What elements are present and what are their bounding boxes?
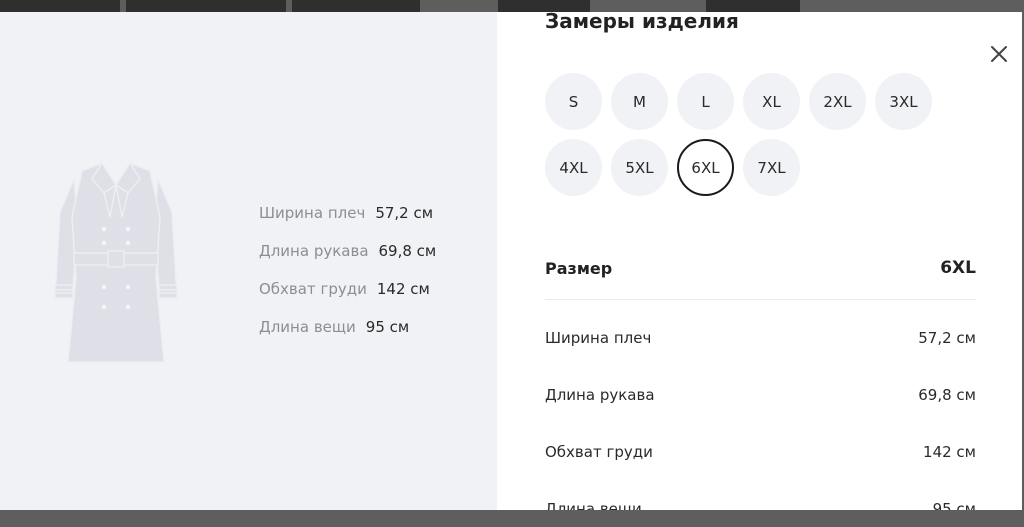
size-details-panel: Замеры изделия S M L XL 2XL 3XL 4XL 5XL … (497, 12, 1022, 510)
background-product-strip (0, 0, 120, 12)
table-row: Обхват груди 142 см (545, 423, 976, 480)
background-product-strip (292, 0, 420, 12)
spec-value: 69,8 см (378, 242, 437, 260)
background-product-strip (498, 0, 590, 12)
spec-value: 95 см (365, 318, 410, 336)
size-option[interactable]: 2XL (809, 73, 866, 130)
measurement-value: 69,8 см (918, 385, 976, 404)
size-option[interactable]: M (611, 73, 668, 130)
modal-title: Замеры изделия (545, 12, 739, 33)
measurement-value: 95 см (932, 499, 976, 511)
measurement-label: Длина вещи (545, 499, 642, 511)
close-icon[interactable] (987, 42, 1011, 66)
size-option[interactable]: XL (743, 73, 800, 130)
close-button[interactable] (987, 42, 1011, 66)
size-option[interactable]: 7XL (743, 139, 800, 196)
preview-spec-row: Обхват груди 142 см (259, 270, 436, 308)
size-option[interactable]: L (677, 73, 734, 130)
table-row: Длина вещи 95 см (545, 480, 976, 511)
table-row: Длина рукава 69,8 см (545, 366, 976, 423)
measurements-table-header: Размер 6XL (545, 252, 976, 300)
background-product-strip (126, 0, 286, 12)
selected-size-value: 6XL (940, 258, 976, 278)
size-chart-modal: Ширина плеч 57,2 см Длина рукава 69,8 см… (0, 12, 1022, 510)
size-option[interactable]: 3XL (875, 73, 932, 130)
spec-label: Ширина плеч (259, 204, 366, 222)
size-column-label: Размер (545, 259, 613, 278)
spec-value: 142 см (376, 280, 430, 298)
page-bottom-backdrop (0, 510, 1024, 527)
preview-spec-row: Длина вещи 95 см (259, 308, 436, 346)
measurement-label: Длина рукава (545, 385, 655, 404)
coat-icon (54, 161, 178, 363)
preview-spec-list: Ширина плеч 57,2 см Длина рукава 69,8 см… (259, 194, 436, 346)
measurement-value: 57,2 см (918, 328, 976, 347)
size-option[interactable]: S (545, 73, 602, 130)
size-preview-panel: Ширина плеч 57,2 см Длина рукава 69,8 см… (0, 12, 497, 510)
table-row: Ширина плеч 57,2 см (545, 309, 976, 366)
spec-label: Длина вещи (259, 318, 356, 336)
measurement-label: Ширина плеч (545, 328, 652, 347)
preview-spec-row: Ширина плеч 57,2 см (259, 194, 436, 232)
measurements-table: Ширина плеч 57,2 см Длина рукава 69,8 см… (545, 309, 976, 511)
measurement-value: 142 см (923, 442, 976, 461)
spec-value: 57,2 см (375, 204, 434, 222)
size-option[interactable]: 4XL (545, 139, 602, 196)
spec-label: Длина рукава (259, 242, 369, 260)
background-product-strip (706, 0, 800, 12)
size-option-selected[interactable]: 6XL (677, 139, 734, 196)
measurement-label: Обхват груди (545, 442, 653, 461)
preview-spec-row: Длина рукава 69,8 см (259, 232, 436, 270)
size-option[interactable]: 5XL (611, 139, 668, 196)
spec-label: Обхват груди (259, 280, 367, 298)
